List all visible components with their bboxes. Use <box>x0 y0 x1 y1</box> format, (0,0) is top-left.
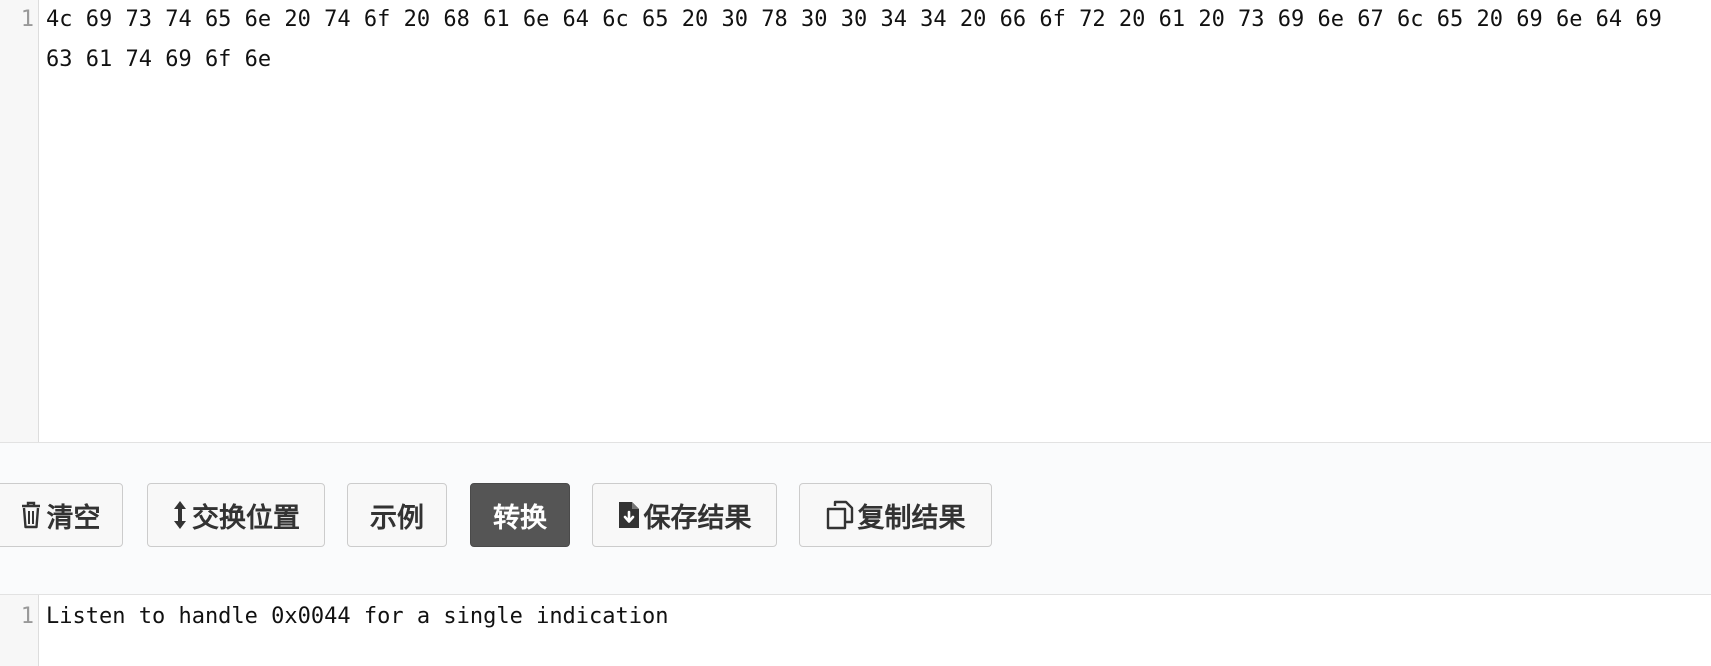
output-text[interactable]: Listen to handle 0x0044 for a single ind… <box>46 597 1691 637</box>
trash-icon <box>19 500 43 530</box>
file-download-icon <box>618 501 640 529</box>
swap-button-label: 交换位置 <box>192 502 300 534</box>
copy-result-label: 复制结果 <box>857 502 966 534</box>
convert-button[interactable]: 转换 <box>470 483 570 547</box>
convert-button-label: 转换 <box>493 502 547 534</box>
example-button-label: 示例 <box>370 502 424 534</box>
line-number-gutter: 1 <box>0 0 39 442</box>
input-text[interactable]: 4c 69 73 74 65 6e 20 74 6f 20 68 61 6e 6… <box>46 0 1691 80</box>
swap-button[interactable]: 交换位置 <box>147 483 325 547</box>
line-number-gutter: 1 <box>0 595 39 666</box>
action-toolbar: 清空 交换位置 示例 转换 保存结果 复制结果 <box>0 443 1711 594</box>
save-result-label: 保存结果 <box>643 502 752 534</box>
copy-icon <box>826 500 854 530</box>
output-editor[interactable]: 1 Listen to handle 0x0044 for a single i… <box>0 594 1711 666</box>
save-result-button[interactable]: 保存结果 <box>592 483 777 547</box>
copy-result-button[interactable]: 复制结果 <box>799 483 992 547</box>
clear-button-label: 清空 <box>46 502 101 534</box>
vertical-arrows-icon <box>172 499 188 531</box>
line-number: 1 <box>20 604 34 629</box>
clear-button[interactable]: 清空 <box>0 483 123 547</box>
input-editor[interactable]: 1 4c 69 73 74 65 6e 20 74 6f 20 68 61 6e… <box>0 0 1711 443</box>
line-number: 1 <box>20 7 34 32</box>
example-button[interactable]: 示例 <box>347 483 447 547</box>
